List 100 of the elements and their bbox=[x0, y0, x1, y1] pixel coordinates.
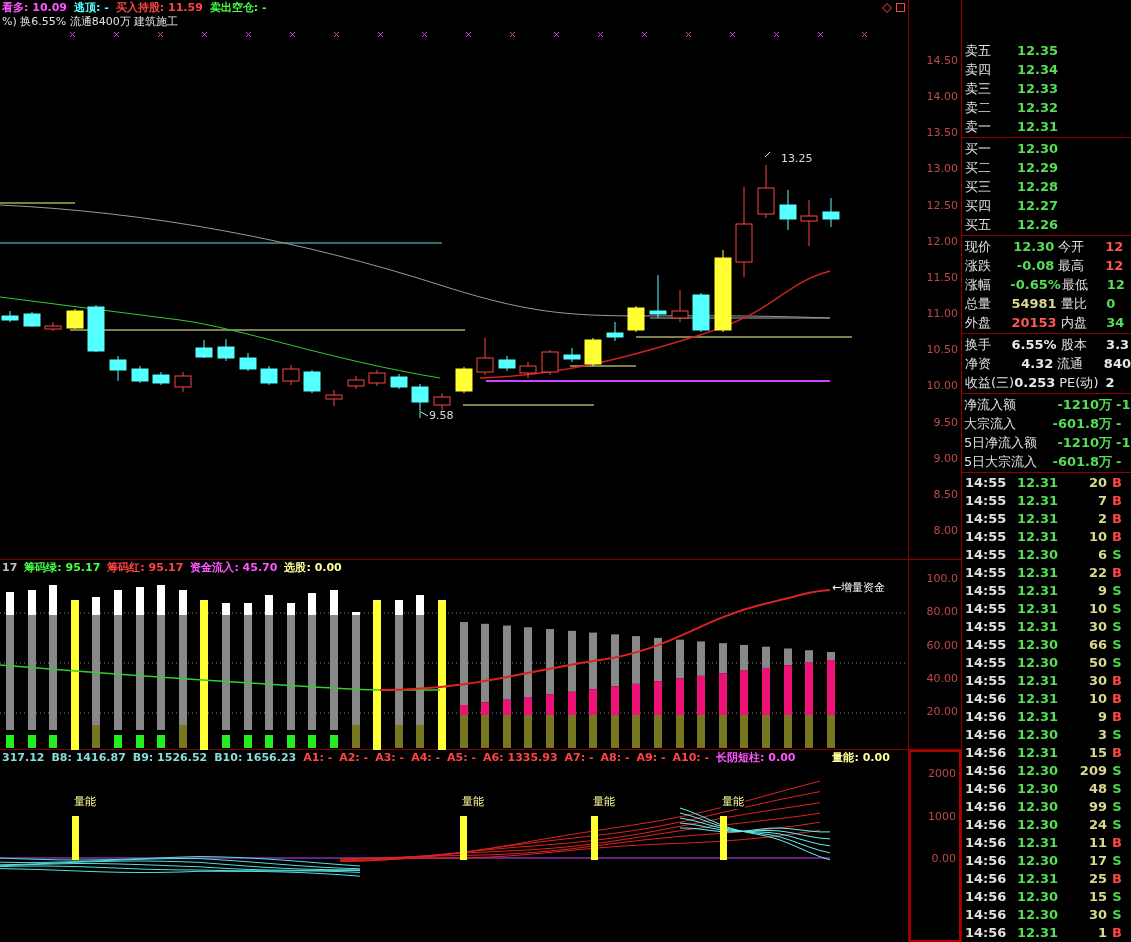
trade-price: 12.30 bbox=[1017, 888, 1060, 906]
trade-price: 12.31 bbox=[1017, 618, 1060, 636]
trade-side: S bbox=[1111, 798, 1123, 816]
trade-time: 14:56 bbox=[964, 726, 1008, 744]
stat-value: 840 bbox=[1102, 355, 1131, 373]
candlestick bbox=[390, 373, 408, 390]
axis-tick-label: 8.50 bbox=[933, 487, 958, 501]
indicator-value: A10: - bbox=[672, 751, 710, 765]
indicator-value: A9: - bbox=[636, 751, 666, 765]
axis-tick-label: 8.00 bbox=[933, 523, 958, 537]
flow-value: -601.8万 bbox=[1051, 415, 1112, 433]
order-level-label: 买四 bbox=[964, 197, 992, 215]
order-level-label: 卖一 bbox=[964, 118, 992, 136]
trade-time: 14:56 bbox=[964, 888, 1008, 906]
bar-label: 量能 bbox=[592, 794, 616, 809]
order-price: 12.32 bbox=[1017, 99, 1060, 117]
order-level-label: 卖二 bbox=[964, 99, 992, 117]
axis-tick-label: 12.50 bbox=[926, 198, 958, 212]
trade-volume: 30 bbox=[1087, 906, 1107, 924]
candlestick bbox=[411, 383, 429, 419]
cross-marker-icon bbox=[641, 31, 648, 38]
trade-volume: 10 bbox=[1087, 528, 1107, 546]
quote-label: 内盘 bbox=[1059, 314, 1088, 332]
candlestick bbox=[87, 304, 105, 353]
flow-value: -601.8万 bbox=[1051, 453, 1112, 471]
trade-volume: 17 bbox=[1087, 852, 1107, 870]
trade-time: 14:55 bbox=[964, 672, 1008, 690]
trade-price: 12.31 bbox=[1017, 582, 1060, 600]
trade-volume: 3 bbox=[1096, 726, 1107, 744]
candlestick bbox=[325, 389, 343, 407]
indicator-value: A7: - bbox=[564, 751, 594, 765]
candlestick bbox=[152, 371, 170, 386]
stat-label: 换手 bbox=[964, 336, 992, 354]
flow-value: - bbox=[1115, 415, 1122, 433]
quote-value: 34 bbox=[1105, 314, 1126, 332]
cross-marker-icon bbox=[465, 31, 472, 38]
quote-value: 54981 bbox=[1011, 295, 1057, 313]
candlestick bbox=[671, 289, 689, 323]
trade-volume: 48 bbox=[1087, 780, 1107, 798]
axis-tick-label: 9.00 bbox=[933, 451, 958, 465]
order-price: 12.31 bbox=[1017, 118, 1060, 136]
trade-price: 12.31 bbox=[1017, 690, 1060, 708]
low-price-label: 9.58 bbox=[429, 409, 454, 422]
indicator-value: 看多: 10.09 bbox=[2, 1, 68, 15]
axis-tick-label: 100.0 bbox=[926, 572, 958, 585]
candlestick bbox=[1, 310, 19, 323]
cross-marker-icon bbox=[69, 31, 76, 38]
indicator-value: 筹码绿: 95.17 bbox=[24, 561, 101, 575]
trade-side: S bbox=[1111, 600, 1123, 618]
cross-marker-icon bbox=[201, 31, 208, 38]
trade-time: 14:56 bbox=[964, 744, 1008, 762]
cross-marker-icon bbox=[245, 31, 252, 38]
trade-time: 14:55 bbox=[964, 564, 1008, 582]
trade-volume: 15 bbox=[1087, 744, 1107, 762]
trade-volume: 22 bbox=[1087, 564, 1107, 582]
trade-time: 14:56 bbox=[964, 798, 1008, 816]
trade-time: 14:56 bbox=[964, 762, 1008, 780]
trade-price: 12.31 bbox=[1017, 600, 1060, 618]
candlestick bbox=[347, 375, 365, 390]
trade-volume: 99 bbox=[1087, 798, 1107, 816]
cross-marker-icon bbox=[817, 31, 824, 38]
cross-marker-icon bbox=[509, 31, 516, 38]
square-icon[interactable] bbox=[896, 3, 905, 12]
indicator-value: 买入持股: 11.59 bbox=[115, 1, 203, 15]
trade-side: B bbox=[1111, 564, 1123, 582]
candlestick bbox=[498, 355, 516, 372]
candlestick bbox=[563, 347, 581, 363]
indicator-value: A4: - bbox=[411, 751, 441, 765]
cross-marker-icon bbox=[597, 31, 604, 38]
candlestick bbox=[519, 361, 537, 379]
trade-volume: 9 bbox=[1096, 708, 1107, 726]
trade-price: 12.31 bbox=[1017, 474, 1060, 492]
axis-tick-label: 12.00 bbox=[926, 234, 958, 248]
quote-value: 12 bbox=[1104, 238, 1125, 256]
order-level-label: 卖五 bbox=[964, 42, 992, 60]
trade-price: 12.30 bbox=[1017, 780, 1060, 798]
quote-label: 涨幅 bbox=[964, 276, 992, 294]
trade-side: B bbox=[1111, 744, 1123, 762]
stock-info-line: %) 换6.55% 流通8400万 建筑施工 bbox=[1, 15, 180, 29]
trade-price: 12.30 bbox=[1017, 726, 1060, 744]
trade-time: 14:55 bbox=[964, 636, 1008, 654]
candlestick bbox=[217, 338, 235, 362]
trade-side: B bbox=[1111, 510, 1123, 528]
cross-marker-icon bbox=[157, 31, 164, 38]
indicator-value: 量能: 0.00 bbox=[832, 751, 890, 765]
indicator-value: A8: - bbox=[600, 751, 630, 765]
quote-value: 12.30 bbox=[1013, 238, 1055, 256]
stat-label: 股本 bbox=[1059, 336, 1088, 354]
cross-marker-icon bbox=[861, 31, 868, 38]
candlestick bbox=[174, 371, 192, 393]
axis-tick-label: 13.50 bbox=[926, 126, 958, 140]
axis-tick-label: 14.00 bbox=[926, 90, 958, 104]
trade-time: 14:55 bbox=[964, 600, 1008, 618]
trade-side: S bbox=[1111, 726, 1123, 744]
cross-marker-icon bbox=[773, 31, 780, 38]
flow-value: -1210万 bbox=[1056, 434, 1112, 452]
trade-price: 12.31 bbox=[1017, 834, 1060, 852]
candlestick bbox=[131, 365, 149, 384]
quote-label: 涨跌 bbox=[964, 257, 992, 275]
line-label: ←增量资金 bbox=[832, 580, 886, 595]
